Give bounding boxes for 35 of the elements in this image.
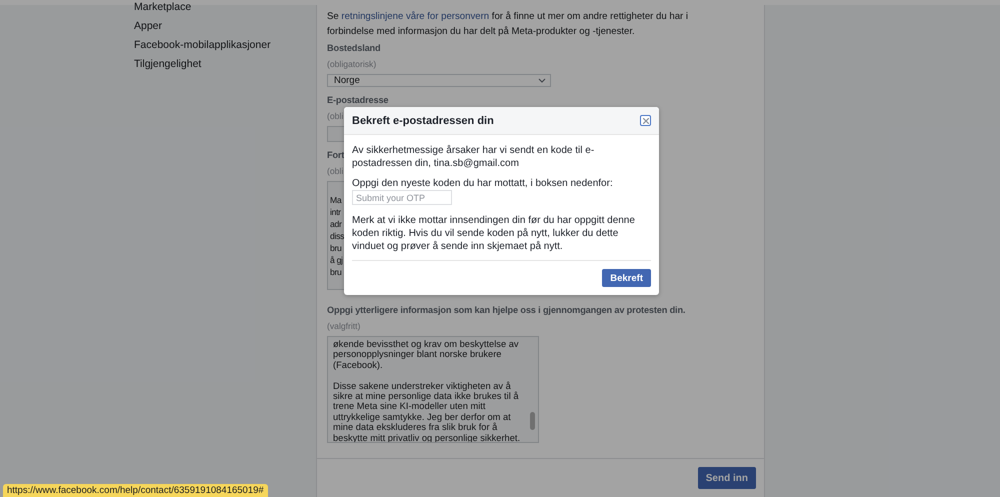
text-line: bru: [330, 242, 342, 254]
field-label: Fort: [327, 149, 344, 161]
text-line: å gj: [330, 254, 343, 266]
text-line: intr: [330, 206, 341, 218]
field-label: Oppgi ytterligere informasjon som kan hjelpe oss i gjennomgangen av protesten din.: [327, 304, 686, 316]
privacy-link[interactable]: retningslinjene våre for personvern: [341, 11, 490, 22]
country-select[interactable]: Norge: [327, 74, 551, 87]
sidebar-link[interactable]: Apper: [134, 20, 316, 32]
text-line: bru: [330, 266, 342, 278]
text-area[interactable]: [327, 336, 539, 443]
sidebar-link[interactable]: Marketplace: [134, 1, 316, 13]
field-hint: (obli: [327, 165, 344, 177]
text-line: adr: [330, 218, 342, 230]
status-url: https://www.facebook.com/help/contact/6359191084165019#: [3, 484, 268, 497]
field-hint: (valgfritt): [327, 320, 360, 332]
field-label: Bostedsland: [327, 42, 380, 54]
close-icon[interactable]: [640, 115, 651, 126]
field-hint: (obligatorisk): [327, 58, 376, 70]
sidebar-link[interactable]: Tilgjengelighet: [134, 58, 316, 70]
dialog-prompt: Oppgi den nyeste koden du har mottatt, i boksen nedenfor:: [352, 177, 614, 190]
intro-text: Se retningslinjene våre for personvern for å finne ut mer om andre rettigheter du har i forbindelse med informasjon du har delt på Meta-produkter og -tjenester.: [327, 10, 690, 39]
text-line: Ma: [330, 194, 342, 206]
dialog-title: Bekreft e-postadressen din: [352, 114, 494, 126]
sidebar-link[interactable]: Facebook-mobilapplikasjoner: [134, 39, 316, 51]
text-paragraph: økende bevissthet og krav om beskyttelse av personopplysninger blant norske brukere (Facebook).: [333, 339, 520, 370]
otp-field[interactable]: Submit your OTP: [352, 190, 452, 205]
submit-button[interactable]: Send inn: [698, 467, 756, 489]
scrollbar-thumb[interactable]: [530, 412, 535, 430]
dialog-message: Av sikkerhetmessige årsaker har vi sendt en kode til e-postadressen din, tina.sb@gmail.com: [352, 144, 596, 170]
chevron-icon: [538, 78, 546, 83]
confirm-button[interactable]: Bekreft: [602, 269, 651, 287]
field-hint: (obli: [327, 110, 344, 122]
field-label: E-postadresse: [327, 94, 388, 106]
text-line: diss: [330, 230, 344, 242]
dialog-note: Merk at vi ikke mottar innsendingen din før du har oppgitt denne koden riktig. Hvis du vil sende koden på nytt, lukker du dette vinduet og prøver å sende inn skjemaet på nytt.: [352, 214, 636, 253]
